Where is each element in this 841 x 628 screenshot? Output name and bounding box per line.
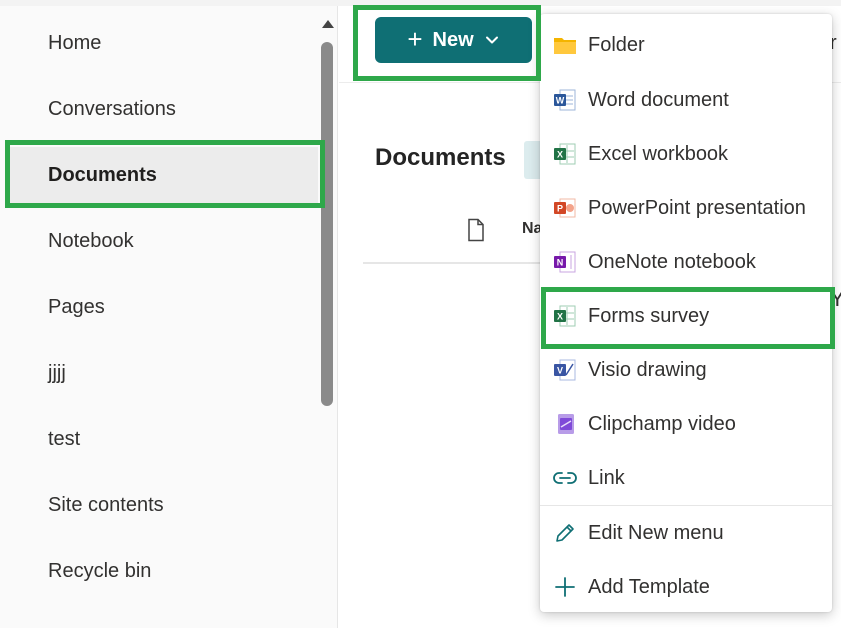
left-navigation: Home Conversations Documents Notebook Pa… [0,6,318,628]
scroll-up-arrow-icon[interactable] [322,20,334,28]
menu-item-onenote-notebook[interactable]: N OneNote notebook [540,237,832,287]
menu-item-label: PowerPoint presentation [588,196,806,219]
plus-icon: + [407,23,423,54]
nav-item-label: Site contents [48,493,164,516]
chevron-down-icon [485,36,498,44]
nav-item-label: Documents [48,163,157,186]
nav-item-site-contents[interactable]: Site contents [8,477,318,533]
nav-item-label: test [48,427,81,450]
page-title: Documents [375,144,506,171]
clipchamp-icon [552,411,578,437]
folder-icon [552,32,578,58]
link-icon [552,465,578,491]
nav-item-conversations[interactable]: Conversations [8,81,318,137]
menu-item-powerpoint-presentation[interactable]: P PowerPoint presentation [540,183,832,233]
pencil-icon [552,520,578,546]
nav-scrollbar[interactable] [318,6,338,628]
list-header-divider [363,262,543,264]
nav-item-label: Notebook [48,229,134,252]
new-button-label: New [432,28,474,51]
svg-text:W: W [556,96,565,106]
menu-item-label: Edit New menu [588,521,724,544]
nav-item-label: Pages [48,295,105,318]
menu-item-label: Word document [588,88,729,111]
excel-icon: X [552,141,578,167]
visio-icon: V [552,357,578,383]
forms-excel-icon: X [552,303,578,329]
menu-divider [540,505,832,506]
menu-item-label: Folder [588,33,645,56]
menu-item-folder[interactable]: Folder [540,20,832,70]
nav-item-notebook[interactable]: Notebook [8,213,318,269]
menu-item-label: Link [588,466,625,489]
menu-item-link[interactable]: Link [540,453,832,503]
svg-text:N: N [557,258,564,268]
menu-item-clipchamp-video[interactable]: Clipchamp video [540,399,832,449]
menu-item-label: OneNote notebook [588,250,756,273]
menu-item-label: Visio drawing [588,358,707,381]
nav-item-documents[interactable]: Documents [8,147,318,203]
menu-item-forms-survey[interactable]: X Forms survey [540,291,832,341]
nav-item-test[interactable]: test [8,411,318,467]
nav-item-label: jjjj [48,361,66,384]
svg-text:X: X [557,150,563,160]
menu-item-word-document[interactable]: W Word document [540,75,832,125]
nav-item-label: Home [48,31,102,54]
menu-item-visio-drawing[interactable]: V Visio drawing [540,345,832,395]
menu-item-excel-workbook[interactable]: X Excel workbook [540,129,832,179]
menu-item-add-template[interactable]: Add Template [540,562,832,612]
scroll-thumb[interactable] [321,42,333,406]
plus-icon [552,574,578,600]
svg-text:V: V [557,366,563,376]
new-button[interactable]: + New [375,17,532,63]
menu-item-label: Excel workbook [588,142,729,165]
menu-item-label: Clipchamp video [588,412,736,435]
onenote-icon: N [552,249,578,275]
file-type-icon[interactable] [466,218,486,242]
nav-item-label: Conversations [48,97,176,120]
new-menu: Folder W Word document X Excel workbook … [540,14,832,612]
word-icon: W [552,87,578,113]
svg-text:P: P [557,204,563,214]
nav-item-label: Recycle bin [48,559,152,582]
nav-item-jjjj[interactable]: jjjj [8,345,318,401]
menu-item-label: Add Template [588,575,710,598]
nav-item-recycle-bin[interactable]: Recycle bin [8,543,318,599]
menu-item-edit-new-menu[interactable]: Edit New menu [540,508,832,558]
nav-item-home[interactable]: Home [8,15,318,71]
svg-text:X: X [557,312,563,322]
powerpoint-icon: P [552,195,578,221]
menu-item-label: Forms survey [588,304,710,327]
nav-item-pages[interactable]: Pages [8,279,318,335]
